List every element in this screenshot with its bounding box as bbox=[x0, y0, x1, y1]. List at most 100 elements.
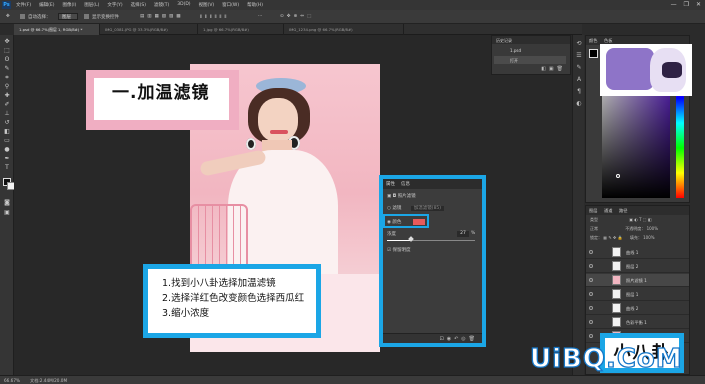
menu-help[interactable]: 帮助(H) bbox=[247, 2, 263, 8]
layer-row[interactable]: 曲线 1 bbox=[586, 246, 689, 259]
smile-shape bbox=[270, 130, 288, 134]
layer-filter-row[interactable]: 类型 ▣ ◐ T ⬚ ◧ bbox=[590, 217, 686, 224]
tab-document-1[interactable]: 1.psd @ 66.7%(图层 1, RGB/8#) * bbox=[14, 24, 100, 35]
distribute-icons[interactable]: ⫴⫴⫴⫴⫴⫴ bbox=[200, 14, 229, 20]
layer-row[interactable]: 曲线 2 bbox=[586, 302, 689, 315]
minimize-button[interactable]: — bbox=[671, 1, 677, 8]
filter-radio-row[interactable]: ○ 滤镜 加温滤镜(85) bbox=[387, 205, 445, 211]
auto-select-target-value: 图层 bbox=[62, 15, 71, 20]
menu-layer[interactable]: 图层(L) bbox=[84, 2, 99, 8]
blend-mode-select[interactable]: 正常 bbox=[590, 226, 598, 231]
dodge-tool-icon[interactable]: ● bbox=[3, 147, 11, 153]
healing-brush-tool-icon[interactable]: ✚ bbox=[3, 93, 11, 99]
layer-kind-select[interactable]: 类型 bbox=[590, 217, 598, 222]
marquee-tool-icon[interactable]: ⬚ bbox=[3, 48, 11, 54]
color-panel-foreground-swatch[interactable] bbox=[589, 49, 598, 58]
menu-3d[interactable]: 3D(D) bbox=[177, 2, 190, 8]
eye-icon[interactable] bbox=[589, 306, 593, 310]
photo-filter-icon: ▣ ◘ bbox=[387, 194, 397, 199]
gradient-tool-icon[interactable]: ▭ bbox=[3, 138, 11, 144]
layer-row[interactable]: 色彩平衡 1 bbox=[586, 316, 689, 329]
lock-icons[interactable]: ▦ ✎ ✥ 🔒 bbox=[603, 235, 622, 240]
title-callout-text: 一.加温滤镜 bbox=[112, 83, 210, 103]
tab-paths[interactable]: 路径 bbox=[619, 208, 627, 214]
panel-dock-strip: ⟲ ☰ ✎ A ¶ ◐ bbox=[572, 35, 584, 375]
history-row-document[interactable]: 1.psd bbox=[494, 46, 566, 54]
filter-radio-icon[interactable]: ○ bbox=[387, 206, 391, 211]
color-picker-ring[interactable] bbox=[616, 174, 620, 178]
close-button[interactable]: ✕ bbox=[696, 1, 701, 8]
menu-select[interactable]: 选择(S) bbox=[131, 2, 146, 8]
density-value-field[interactable]: 27 bbox=[457, 231, 469, 237]
color-radio-row[interactable]: ◉ 颜色 bbox=[387, 219, 401, 225]
crop-tool-icon[interactable]: ⌗ bbox=[3, 75, 11, 81]
character-dock-icon[interactable]: A bbox=[575, 77, 583, 83]
layer-filter-icons[interactable]: ▣ ◐ T ⬚ ◧ bbox=[629, 217, 651, 222]
tab-document-3[interactable]: 1.jpg @ 66.7%(RGB/8#) bbox=[198, 24, 284, 35]
menu-view[interactable]: 视图(V) bbox=[199, 2, 215, 8]
preserve-luminosity-checkbox[interactable]: ☑ bbox=[387, 248, 391, 253]
tab-document-4[interactable]: IMG_1234.png @ 66.7%(RGB/8#) bbox=[284, 24, 404, 35]
move-tool-icon[interactable]: ✥ bbox=[3, 39, 11, 45]
tab-properties[interactable]: 属性 bbox=[386, 181, 395, 187]
eye-icon[interactable] bbox=[589, 264, 593, 268]
history-dock-icon[interactable]: ⟲ bbox=[575, 41, 583, 47]
3d-mode-icons[interactable]: ⊙✥⊕⇔⬚ bbox=[280, 14, 314, 19]
properties-footer-icons[interactable]: ⊡◉↶◎🗑 bbox=[440, 336, 478, 342]
opacity-label: 不透明度： bbox=[625, 226, 646, 231]
tab-channels[interactable]: 通道 bbox=[604, 208, 612, 214]
move-tool-icon[interactable]: ✥ bbox=[6, 14, 10, 19]
adjustments-dock-icon[interactable]: ◐ bbox=[575, 101, 583, 107]
layer-row[interactable]: 图层 2 bbox=[586, 260, 689, 273]
lasso-tool-icon[interactable]: ʘ bbox=[3, 57, 11, 63]
type-tool-icon[interactable]: T bbox=[3, 165, 11, 171]
brush-tool-icon[interactable]: ✐ bbox=[3, 102, 11, 108]
filter-color-swatch[interactable] bbox=[413, 219, 425, 225]
history-row-open[interactable]: 打开 bbox=[494, 56, 566, 64]
photoshop-logo: Ps bbox=[2, 1, 11, 9]
properties-dock-icon[interactable]: ☰ bbox=[575, 53, 583, 59]
menu-file[interactable]: 文件(F) bbox=[16, 2, 31, 8]
filter-select[interactable]: 加温滤镜(85) bbox=[410, 206, 445, 211]
eye-icon[interactable] bbox=[589, 320, 593, 324]
quick-select-tool-icon[interactable]: ✎ bbox=[3, 66, 11, 72]
eye-icon[interactable] bbox=[589, 278, 593, 282]
layer-row[interactable]: 图层 1 bbox=[586, 288, 689, 301]
pen-tool-icon[interactable]: ✒ bbox=[3, 156, 11, 162]
maximize-button[interactable]: ❐ bbox=[684, 1, 689, 8]
menu-type[interactable]: 文字(Y) bbox=[107, 2, 122, 8]
history-brush-tool-icon[interactable]: ↺ bbox=[3, 120, 11, 126]
opacity-value[interactable]: 100% bbox=[647, 226, 658, 231]
eye-icon[interactable] bbox=[589, 250, 593, 254]
history-panel: 历史记录 1.psd 打开 ◧▣🗑 bbox=[491, 35, 571, 75]
align-icons[interactable]: ▤▥▦▧▨▩ bbox=[140, 14, 184, 19]
tab-color[interactable]: 颜色 bbox=[589, 38, 597, 44]
tab-info[interactable]: 信息 bbox=[401, 181, 410, 187]
layer-name: 图层 1 bbox=[626, 292, 639, 297]
eyedropper-tool-icon[interactable]: ⚲ bbox=[3, 84, 11, 90]
menu-edit[interactable]: 编辑(E) bbox=[39, 2, 54, 8]
menu-image[interactable]: 图像(I) bbox=[62, 2, 76, 8]
tab-layers[interactable]: 图层 bbox=[589, 208, 597, 214]
history-footer-icons[interactable]: ◧▣🗑 bbox=[541, 66, 566, 72]
eraser-tool-icon[interactable]: ◧ bbox=[3, 129, 11, 135]
clone-stamp-tool-icon[interactable]: ⊥ bbox=[3, 111, 11, 117]
color-radio-label: 颜色 bbox=[392, 220, 402, 225]
eye-icon[interactable] bbox=[589, 334, 593, 338]
menu-window[interactable]: 窗口(W) bbox=[222, 2, 239, 8]
fill-value[interactable]: 100% bbox=[643, 235, 654, 240]
show-transform-checkbox[interactable] bbox=[84, 14, 89, 19]
paragraph-dock-icon[interactable]: ¶ bbox=[575, 89, 583, 95]
menu-filter[interactable]: 滤镜(T) bbox=[154, 2, 169, 8]
tab-document-2[interactable]: IMG_0381.JPG @ 33.3%(RGB/8#) bbox=[100, 24, 198, 35]
brush-dock-icon[interactable]: ✎ bbox=[575, 65, 583, 71]
zoom-level[interactable]: 66.67% bbox=[4, 378, 20, 383]
auto-select-target-select[interactable]: 图层 bbox=[58, 13, 78, 20]
screen-mode-icon[interactable]: ▣ bbox=[3, 210, 11, 216]
auto-select-checkbox[interactable] bbox=[20, 14, 25, 19]
more-options-icon[interactable]: ··· bbox=[258, 14, 262, 19]
layer-row-selected[interactable]: 照片滤镜 1 bbox=[586, 274, 689, 287]
quick-mask-icon[interactable]: ◙ bbox=[3, 200, 11, 206]
preserve-luminosity-row[interactable]: ☑ 保留明度 bbox=[387, 247, 410, 253]
eye-icon[interactable] bbox=[589, 292, 593, 296]
